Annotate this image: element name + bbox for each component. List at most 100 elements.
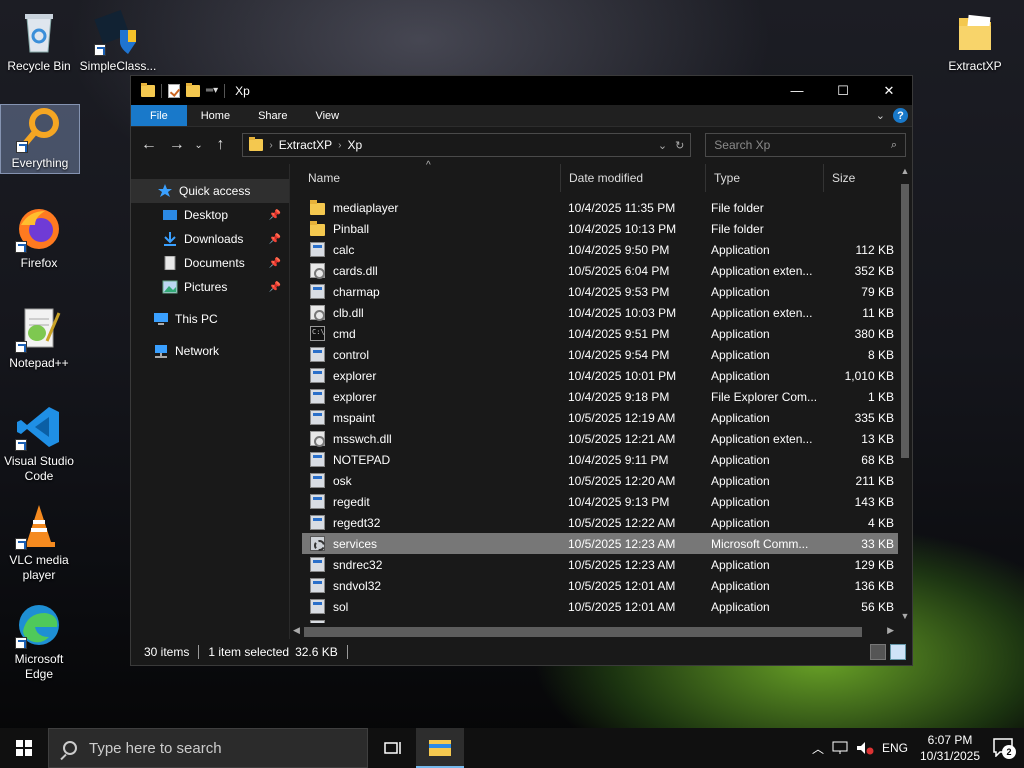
column-header-type[interactable]: Type (706, 164, 824, 192)
breadcrumb-extractxp[interactable]: ExtractXP (279, 138, 332, 152)
volume-muted-icon[interactable] (856, 741, 874, 755)
desktop-icon-notepadpp[interactable]: Notepad++ (0, 305, 78, 371)
desktop-icon-label: Recycle Bin (7, 59, 71, 73)
file-type: Application (711, 599, 770, 614)
sidebar-item-desktop[interactable]: Desktop 📌 (131, 203, 289, 227)
up-button[interactable]: ↑ (209, 133, 233, 157)
vertical-scrollbar[interactable]: ▲ ▼ (898, 164, 912, 623)
file-row[interactable]: explorer 10/4/2025 10:01 PM Application 1,0… (290, 365, 898, 386)
pin-icon[interactable]: 📌 (269, 210, 281, 221)
file-row[interactable]: control 10/4/2025 9:54 PM Application 8 KB (290, 344, 898, 365)
desktop-icon-everything[interactable]: Everything (0, 104, 80, 174)
tab-file[interactable]: File (131, 105, 187, 126)
tab-view[interactable]: View (301, 105, 353, 126)
desktop-icon-vscode[interactable]: Visual Studio Code (0, 403, 78, 484)
sidebar-item-pictures[interactable]: Pictures 📌 (131, 275, 289, 299)
close-button[interactable]: ✕ (866, 76, 912, 105)
clock[interactable]: 6:07 PM 10/31/2025 (916, 732, 984, 764)
file-date-modified: 10/4/2025 10:01 PM (568, 368, 677, 383)
pin-icon[interactable]: 📌 (269, 282, 281, 293)
recent-locations-chevron-icon[interactable]: ⌄ (193, 133, 205, 157)
back-button[interactable]: ← (137, 133, 161, 157)
pin-icon[interactable]: 📌 (269, 258, 281, 269)
input-language[interactable]: ENG (882, 741, 908, 755)
maximize-button[interactable]: ☐ (820, 76, 866, 105)
scroll-up-icon[interactable]: ▲ (898, 166, 912, 176)
forward-button[interactable]: → (165, 133, 189, 157)
file-row[interactable]: cmd 10/4/2025 9:51 PM Application 380 KB (290, 323, 898, 344)
search-input[interactable]: Search Xp ⌕ (705, 133, 906, 157)
breadcrumb-separator-icon[interactable]: › (338, 140, 341, 151)
file-row[interactable]: calc 10/4/2025 9:50 PM Application 112 KB (290, 239, 898, 260)
file-row[interactable]: sndvol32 10/5/2025 12:01 AM Application 136… (290, 575, 898, 596)
scrollbar-thumb[interactable] (304, 627, 862, 637)
sidebar-item-downloads[interactable]: Downloads 📌 (131, 227, 289, 251)
help-icon[interactable]: ? (893, 108, 908, 123)
tab-share[interactable]: Share (244, 105, 301, 126)
properties-icon[interactable] (168, 83, 180, 98)
file-type: Application exten... (711, 263, 813, 278)
large-icons-view-button[interactable] (890, 644, 906, 660)
sidebar-item-quick-access[interactable]: Quick access (131, 179, 289, 203)
file-row[interactable]: Pinball 10/4/2025 10:13 PM File folder (290, 218, 898, 239)
notification-count-badge: 2 (1002, 745, 1016, 759)
file-row[interactable]: explorer 10/4/2025 9:18 PM File Explorer C… (290, 386, 898, 407)
start-button[interactable] (0, 728, 48, 768)
file-row[interactable]: mspaint 10/5/2025 12:19 AM Application 335 … (290, 407, 898, 428)
expand-ribbon-chevron-icon[interactable]: ⌄ (876, 109, 885, 122)
desktop-icon-recycle-bin[interactable]: Recycle Bin (0, 8, 78, 74)
new-folder-icon[interactable] (186, 82, 200, 97)
file-row[interactable]: services 10/5/2025 12:23 AM Microsoft Comm… (302, 533, 898, 554)
desktop-icon-extractxp[interactable]: ExtractXP (936, 8, 1014, 74)
column-header-size[interactable]: Size (824, 164, 894, 192)
file-name: sol (333, 599, 349, 614)
show-hidden-icons-chevron-icon[interactable]: ︿ (812, 740, 824, 757)
refresh-icon[interactable]: ↻ (675, 139, 684, 152)
file-list-pane[interactable]: Name Date modified Type Size ^ mediaplay… (289, 160, 912, 639)
address-dropdown-icon[interactable]: ⌄ (658, 139, 667, 152)
file-row[interactable]: sndrec32 10/5/2025 12:23 AM Application 129… (290, 554, 898, 575)
msc-icon (310, 536, 325, 551)
file-explorer-window[interactable]: ═▾ Xp — ☐ ✕ File Home Share View ⌄ ? ← →… (130, 75, 913, 666)
pin-icon[interactable]: 📌 (269, 234, 281, 245)
file-row[interactable]: regedt32 10/5/2025 12:22 AM Application 4 K… (290, 512, 898, 533)
desktop-icon-vlc[interactable]: VLC media player (0, 502, 78, 583)
desktop-icon-firefox[interactable]: Firefox (0, 205, 78, 271)
customize-quick-access-icon[interactable]: ═▾ (206, 85, 218, 96)
minimize-button[interactable]: — (774, 76, 820, 105)
sidebar-item-documents[interactable]: Documents 📌 (131, 251, 289, 275)
tab-home[interactable]: Home (187, 105, 244, 126)
file-row[interactable]: clb.dll 10/4/2025 10:03 PM Application ext… (290, 302, 898, 323)
file-date-modified: 10/4/2025 11:35 PM (568, 200, 676, 215)
file-row[interactable]: sol 10/5/2025 12:01 AM Application 56 KB (290, 596, 898, 617)
scroll-left-icon[interactable]: ◀ (293, 625, 300, 636)
file-row[interactable]: charmap 10/4/2025 9:53 PM Application 79 KB (290, 281, 898, 302)
column-header-date-modified[interactable]: Date modified (561, 164, 706, 192)
breadcrumb-xp[interactable]: Xp (347, 138, 362, 152)
file-row[interactable]: cards.dll 10/5/2025 6:04 PM Application ex… (290, 260, 898, 281)
taskbar-search-input[interactable]: Type here to search (48, 728, 368, 768)
sidebar-item-this-pc[interactable]: This PC (131, 307, 289, 331)
status-bar: 30 items 1 item selected 32.6 KB (131, 639, 912, 665)
breadcrumb-separator-icon[interactable]: › (269, 140, 272, 151)
details-view-button[interactable] (870, 644, 886, 660)
action-center-button[interactable]: 2 (992, 737, 1016, 759)
taskbar-file-explorer-button[interactable] (416, 728, 464, 768)
network-status-icon[interactable] (832, 741, 848, 755)
file-row[interactable]: regedit 10/4/2025 9:13 PM Application 143 K… (290, 491, 898, 512)
desktop-icon-simpleclass[interactable]: SimpleClass... (78, 8, 158, 74)
address-bar[interactable]: › ExtractXP › Xp ⌄ ↻ (242, 133, 692, 157)
desktop-icon-edge[interactable]: Microsoft Edge (0, 601, 78, 682)
file-name-cell: explorer (290, 389, 561, 404)
file-row[interactable]: mediaplayer 10/4/2025 11:35 PM File folder (290, 197, 898, 218)
sidebar-item-network[interactable]: Network (131, 339, 289, 363)
scroll-right-icon[interactable]: ▶ (887, 625, 894, 636)
scrollbar-thumb[interactable] (901, 184, 909, 458)
scroll-down-icon[interactable]: ▼ (898, 611, 912, 621)
title-bar[interactable]: ═▾ Xp — ☐ ✕ (131, 76, 912, 105)
file-row[interactable]: osk 10/5/2025 12:20 AM Application 211 KB (290, 470, 898, 491)
file-row[interactable]: msswch.dll 10/5/2025 12:21 AM Application … (290, 428, 898, 449)
horizontal-scrollbar[interactable]: ◀ ▶ (290, 623, 898, 639)
file-row[interactable]: NOTEPAD 10/4/2025 9:11 PM Application 68 KB (290, 449, 898, 470)
task-view-button[interactable] (368, 728, 416, 768)
